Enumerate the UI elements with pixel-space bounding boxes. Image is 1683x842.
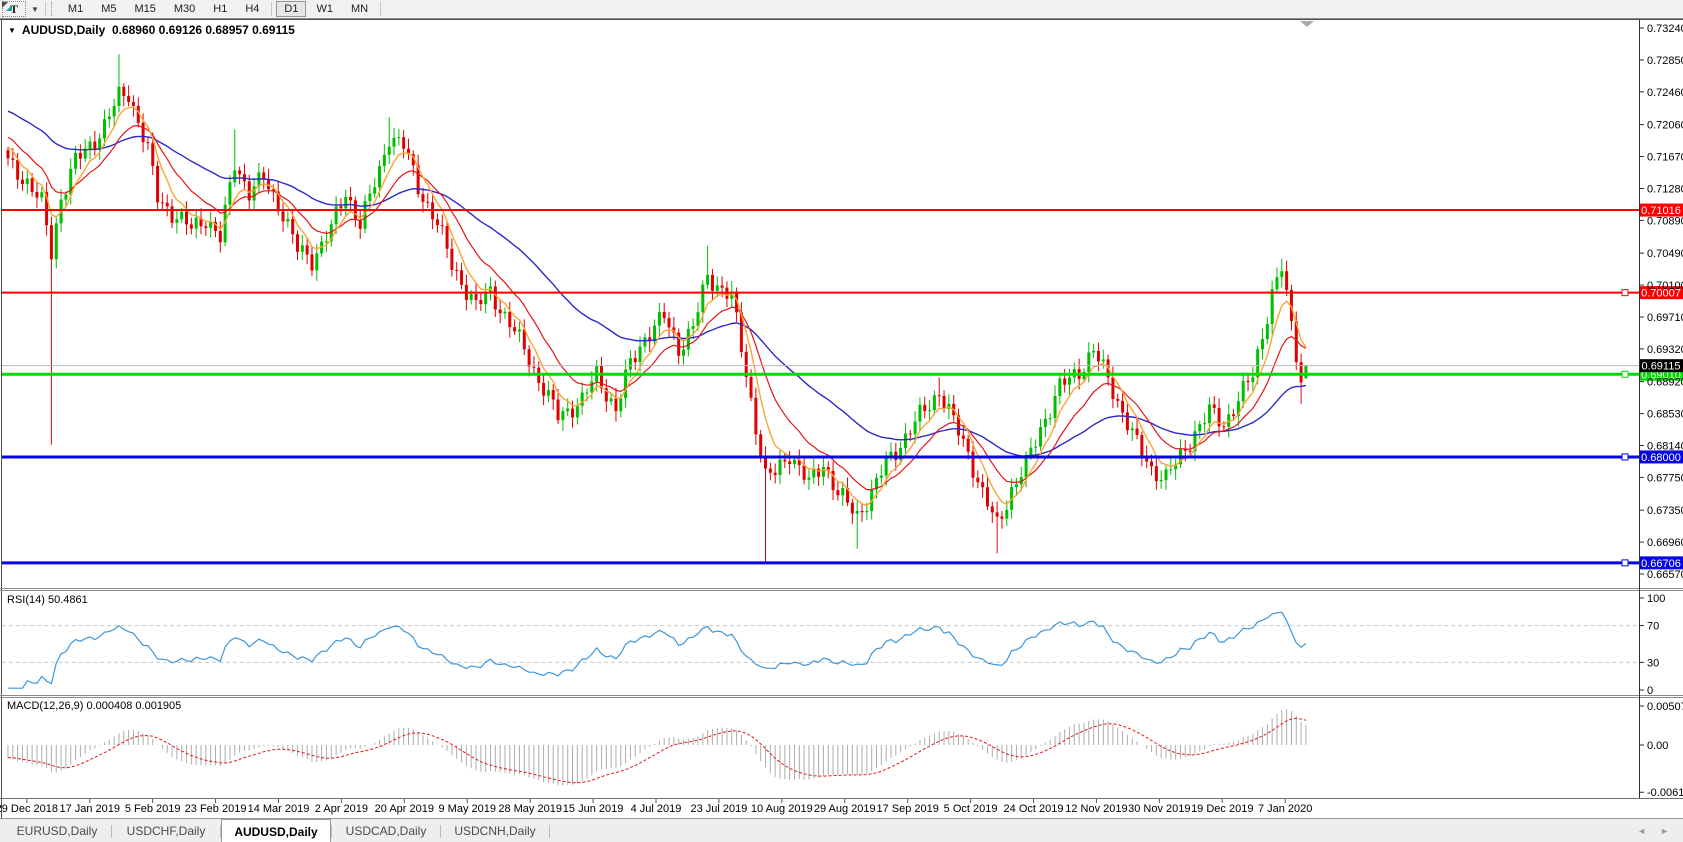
svg-text:0.72850: 0.72850 [1647, 55, 1683, 67]
top-toolbar: T ▼ M1M5M15M30H1H4D1W1MN [0, 0, 1683, 19]
tab-eurusd-daily[interactable]: EURUSD,Daily [3, 819, 111, 842]
horizontal-line-0.68000[interactable]: 0.68000 [2, 450, 1683, 464]
rsi-axis: 100 70 30 0 [1639, 593, 1665, 697]
svg-text:0.67350: 0.67350 [1647, 505, 1683, 517]
macd-signal-line [8, 718, 1306, 782]
chart-canvas[interactable]: 0.710160.700070.690100.680000.667060.691… [0, 0, 1683, 842]
svg-text:10 Aug 2019: 10 Aug 2019 [751, 803, 813, 815]
svg-text:0.70890: 0.70890 [1647, 215, 1683, 227]
date-axis[interactable]: 29 Dec 201817 Jan 2019 5 Feb 2019 23 Feb 2… [0, 799, 1312, 815]
chart-title: ▼ AUDUSD,Daily 0.68960 0.69126 0.68957 0.… [8, 23, 295, 37]
toolbar-separator [271, 2, 272, 16]
dropdown-caret-icon[interactable]: ▼ [31, 5, 39, 14]
svg-text:30 Nov 2019: 30 Nov 2019 [1128, 803, 1190, 815]
current-price-line: 0.69115 [2, 359, 1683, 373]
tf-button-h4[interactable]: H4 [237, 1, 267, 17]
svg-text:29 Aug 2019: 29 Aug 2019 [814, 803, 876, 815]
svg-text:4 Jul 2019: 4 Jul 2019 [631, 803, 682, 815]
toolbar-grip [51, 2, 55, 16]
svg-text:15 Jun 2019: 15 Jun 2019 [563, 803, 624, 815]
macd-indicator-label: MACD(12,26,9) 0.000408 0.001905 [7, 700, 181, 712]
tf-button-mn[interactable]: MN [343, 1, 376, 17]
panel-borders [0, 19, 1683, 818]
svg-text:0.71280: 0.71280 [1647, 183, 1683, 195]
svg-text:0.73240: 0.73240 [1647, 23, 1683, 35]
svg-text:0.70100: 0.70100 [1647, 280, 1683, 292]
macd-axis: 0.005076 0.00 -0.006148 [1639, 701, 1683, 799]
tf-button-h1[interactable]: H1 [205, 1, 235, 17]
svg-text:5 Feb 2019: 5 Feb 2019 [125, 803, 181, 815]
svg-text:0.68000: 0.68000 [1641, 452, 1681, 464]
rsi-line [8, 612, 1306, 688]
svg-text:5 Oct 2019: 5 Oct 2019 [944, 803, 998, 815]
svg-text:7 Jan 2020: 7 Jan 2020 [1258, 803, 1312, 815]
tf-button-m15[interactable]: M15 [126, 1, 163, 17]
tf-button-d1[interactable]: D1 [276, 1, 306, 17]
toolbar-separator [380, 2, 381, 16]
svg-text:12 Nov 2019: 12 Nov 2019 [1065, 803, 1127, 815]
ma-mid-line [8, 126, 1306, 490]
svg-text:20 Apr 2019: 20 Apr 2019 [375, 803, 434, 815]
svg-text:29 Dec 2018: 29 Dec 2018 [0, 803, 58, 815]
svg-text:0: 0 [1647, 685, 1653, 697]
svg-text:0.005076: 0.005076 [1647, 701, 1683, 713]
svg-text:0.66960: 0.66960 [1647, 537, 1683, 549]
svg-text:0.66570: 0.66570 [1647, 569, 1683, 581]
candlestick-series [7, 54, 1308, 562]
svg-text:0.68920: 0.68920 [1647, 377, 1683, 389]
svg-text:19 Dec 2019: 19 Dec 2019 [1191, 803, 1253, 815]
tab-divider [549, 825, 550, 838]
tab-audusd-daily[interactable]: AUDUSD,Daily [221, 819, 331, 842]
horizontal-line-0.66706[interactable]: 0.66706 [2, 556, 1683, 570]
svg-text:17 Jan 2019: 17 Jan 2019 [59, 803, 120, 815]
tf-button-m30[interactable]: M30 [166, 1, 203, 17]
tab-scroll-right-button[interactable]: ► [1660, 826, 1669, 836]
svg-text:-0.006148: -0.006148 [1647, 787, 1683, 799]
tab-usdchf-daily[interactable]: USDCHF,Daily [112, 819, 220, 842]
svg-text:24 Oct 2019: 24 Oct 2019 [1004, 803, 1064, 815]
svg-text:0.68140: 0.68140 [1647, 440, 1683, 452]
tf-button-m5[interactable]: M5 [93, 1, 124, 17]
svg-text:9 May 2019: 9 May 2019 [439, 803, 496, 815]
svg-text:28 May 2019: 28 May 2019 [498, 803, 562, 815]
svg-text:0.69115: 0.69115 [1642, 361, 1681, 373]
toolbar-separator [45, 2, 46, 16]
svg-text:70: 70 [1647, 621, 1659, 633]
svg-text:0.68530: 0.68530 [1647, 409, 1683, 421]
tf-button-w1[interactable]: W1 [308, 1, 341, 17]
rsi-indicator-label: RSI(14) 50.4861 [7, 594, 88, 606]
chart-tabs: EURUSD,DailyUSDCHF,DailyAUDUSD,DailyUSDC… [0, 819, 550, 842]
chart-title-ohlc: 0.68960 0.69126 0.68957 0.69115 [112, 23, 295, 37]
ma-slow-line [8, 111, 1306, 456]
tab-usdcad-daily[interactable]: USDCAD,Daily [332, 819, 440, 842]
tab-usdcnh-daily[interactable]: USDCNH,Daily [441, 819, 549, 842]
svg-text:0.67750: 0.67750 [1647, 472, 1683, 484]
svg-text:30: 30 [1647, 657, 1659, 669]
svg-text:100: 100 [1647, 593, 1665, 605]
horizontal-line-0.69010[interactable]: 0.69010 [2, 368, 1683, 382]
svg-text:17 Sep 2019: 17 Sep 2019 [876, 803, 938, 815]
svg-text:0.72460: 0.72460 [1647, 87, 1683, 99]
svg-text:0.69320: 0.69320 [1647, 344, 1683, 356]
svg-text:0.70490: 0.70490 [1647, 248, 1683, 260]
svg-text:0.72060: 0.72060 [1647, 120, 1683, 132]
svg-text:0.69710: 0.69710 [1647, 312, 1683, 324]
svg-text:14 Mar 2019: 14 Mar 2019 [248, 803, 310, 815]
chart-title-symbol: AUDUSD,Daily [22, 23, 105, 37]
chart-tab-bar: EURUSD,DailyUSDCHF,DailyAUDUSD,DailyUSDC… [0, 818, 1683, 842]
svg-text:23 Jul 2019: 23 Jul 2019 [690, 803, 747, 815]
macd-histogram [8, 709, 1306, 785]
chart-shift-marker[interactable] [1300, 21, 1314, 27]
tab-scroll-left-button[interactable]: ◄ [1637, 826, 1646, 836]
svg-text:2 Apr 2019: 2 Apr 2019 [315, 803, 368, 815]
trading-terminal-window: { "toolbar": { "t_label": "T", "timefram… [0, 0, 1683, 842]
horizontal-line-0.70007[interactable]: 0.70007 [2, 286, 1683, 300]
svg-text:0.00: 0.00 [1647, 740, 1668, 752]
tf-button-m1[interactable]: M1 [60, 1, 91, 17]
svg-text:0.71670: 0.71670 [1647, 152, 1683, 164]
chart-dropdown-icon[interactable]: ▼ [8, 26, 16, 35]
price-axis[interactable]: 0.73240 0.72850 0.72460 0.72060 0.71670 0.712… [1639, 23, 1683, 581]
svg-text:23 Feb 2019: 23 Feb 2019 [185, 803, 247, 815]
timeframe-button-group: M1M5M15M30H1H4 D1W1MN [59, 1, 384, 17]
